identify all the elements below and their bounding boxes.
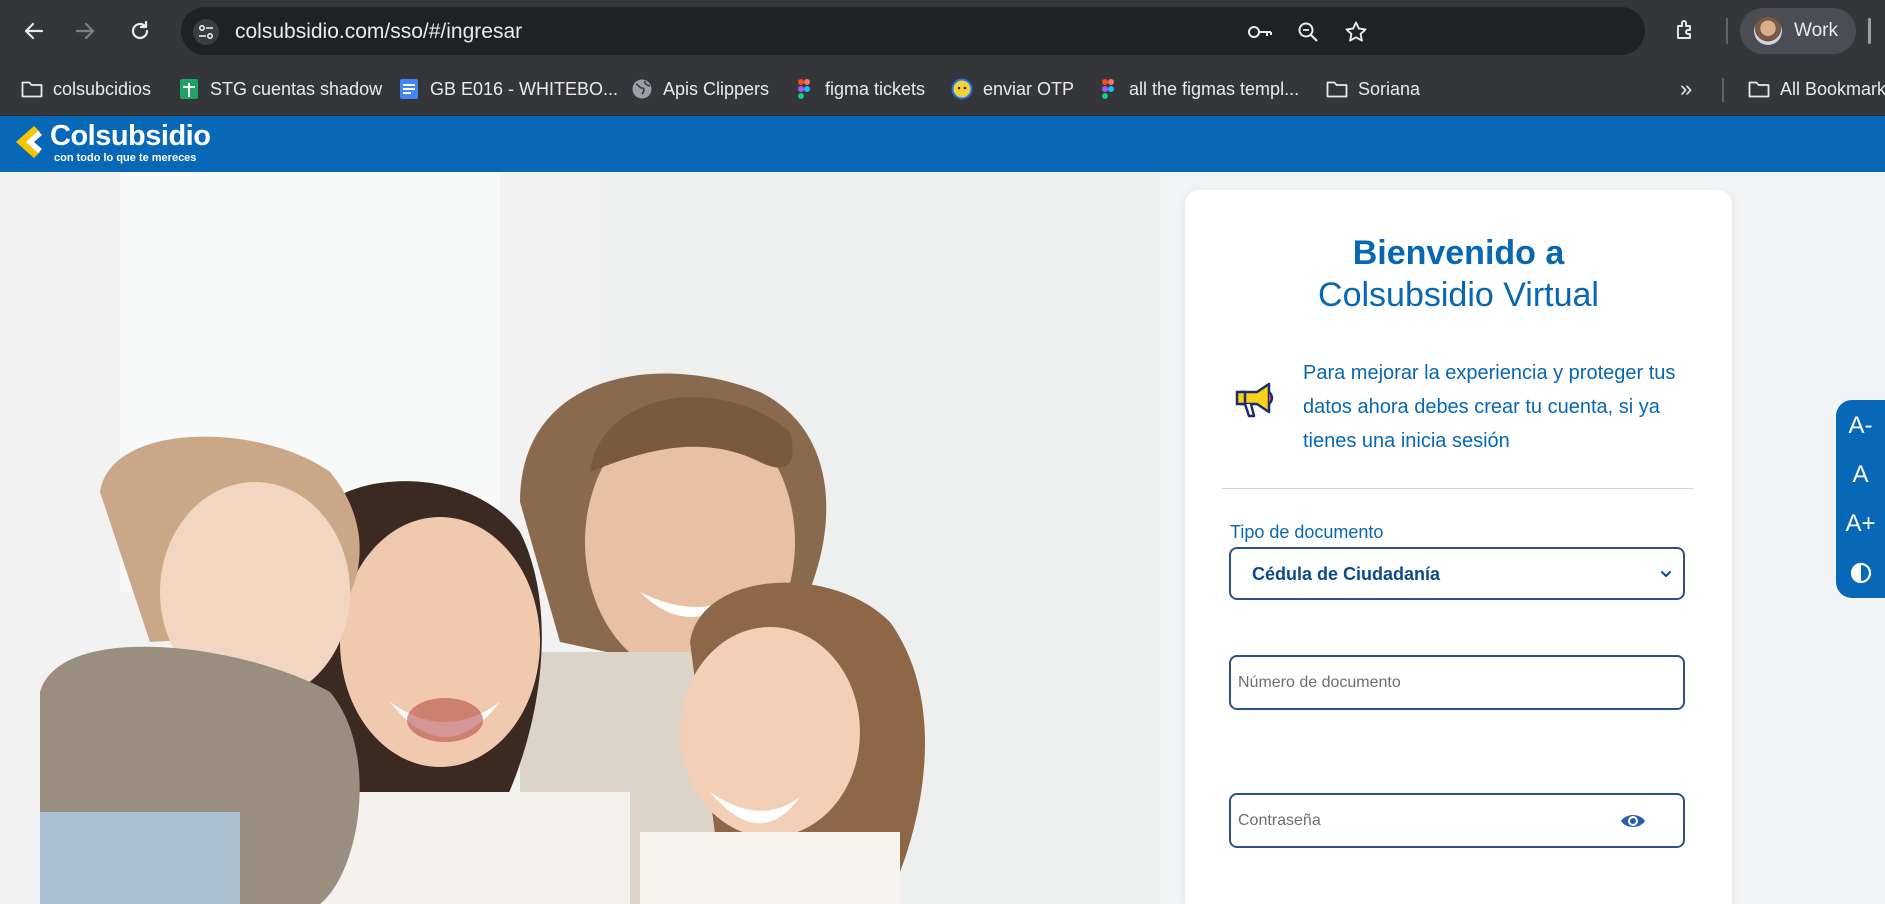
profile-label: Work: [1794, 20, 1838, 41]
decrease-font-label: A-: [1848, 412, 1873, 439]
extensions-icon[interactable]: [1670, 14, 1702, 46]
reload-icon: [131, 20, 149, 40]
all-bookmarks-button[interactable]: All Bookmarks: [1748, 74, 1885, 104]
bookmark-label: colsubcidios: [53, 78, 152, 99]
increase-font-label: A+: [1845, 510, 1876, 537]
doc-number-input[interactable]: [1238, 661, 1618, 705]
site-header: Colsubsidio con todo lo que te mereces: [0, 116, 1885, 172]
zoom-icon[interactable]: [1295, 19, 1321, 45]
back-button[interactable]: [16, 13, 52, 49]
doc-type-value: Cédula de Ciudadanía: [1252, 564, 1441, 584]
globe-icon: [631, 78, 653, 100]
login-card: Bienvenido a Colsubsidio Virtual Para me…: [1185, 190, 1732, 904]
chevron-down-icon: [1661, 571, 1671, 577]
sheets-icon: [178, 78, 200, 100]
bookmark-label: Soriana: [1358, 78, 1421, 99]
bookmarks-separator: [1722, 78, 1724, 102]
key-icon[interactable]: [1247, 19, 1273, 45]
password-input[interactable]: [1238, 799, 1618, 843]
avatar: [1754, 17, 1782, 45]
bookmark-stg-cuentas-shadow[interactable]: STG cuentas shadow: [178, 74, 382, 104]
normal-font-button[interactable]: A: [1836, 452, 1885, 498]
section-divider: [1222, 488, 1694, 489]
bookmark-all-the-figmas[interactable]: all the figmas templ...: [1097, 74, 1299, 104]
logo-text: Colsubsidio: [50, 120, 211, 152]
bookmarks-bar: colsubcidios STG cuentas shadow GB E016 …: [0, 62, 1885, 116]
bookmark-label: all the figmas templ...: [1129, 78, 1300, 99]
docs-icon: [398, 78, 420, 100]
forward-button[interactable]: [67, 13, 103, 49]
folder-icon: [1326, 78, 1348, 100]
bookmark-figma-tickets[interactable]: figma tickets: [793, 74, 925, 104]
megaphone-icon: [1235, 382, 1274, 418]
contrast-icon: [1850, 562, 1871, 584]
account-notice: Para mejorar la experiencia y proteger t…: [1303, 362, 1676, 452]
bookmark-label: All Bookmarks: [1780, 78, 1885, 99]
hero-family-image: [0, 172, 1160, 904]
doc-number-field[interactable]: [1229, 655, 1685, 710]
eye-icon[interactable]: [1619, 809, 1647, 833]
bookmark-gb-e016[interactable]: GB E016 - WHITEBO...: [398, 74, 618, 104]
bookmark-soriana[interactable]: Soriana: [1326, 74, 1420, 104]
password-field[interactable]: [1229, 793, 1685, 848]
browser-toolbar: colsubsidio.com/sso/#/ingresar Work: [0, 0, 1885, 62]
more-bookmarks-button[interactable]: »: [1680, 74, 1692, 104]
bookmark-label: enviar OTP: [983, 78, 1075, 99]
bookmark-colsubcidios[interactable]: colsubcidios: [21, 74, 151, 104]
figma-icon: [793, 78, 815, 100]
doc-type-select[interactable]: Cédula de Ciudadanía: [1229, 547, 1685, 600]
url-text[interactable]: colsubsidio.com/sso/#/ingresar: [235, 20, 522, 44]
folder-icon: [21, 78, 43, 100]
reload-button[interactable]: [122, 13, 158, 49]
menu-icon[interactable]: [1868, 18, 1871, 44]
normal-font-label: A: [1852, 461, 1869, 488]
arrow-left-icon: [24, 22, 44, 40]
colsubsidio-logo[interactable]: Colsubsidio con todo lo que te mereces: [12, 118, 222, 170]
address-bar[interactable]: colsubsidio.com/sso/#/ingresar: [181, 7, 1645, 55]
bookmark-label: figma tickets: [825, 78, 926, 99]
logo-tagline: con todo lo que te mereces: [54, 152, 197, 164]
bookmark-label: STG cuentas shadow: [210, 78, 383, 99]
welcome-subtitle: Colsubsidio Virtual: [1318, 276, 1599, 314]
site-settings-icon[interactable]: [193, 19, 219, 45]
decrease-font-button[interactable]: A-: [1836, 403, 1885, 449]
welcome-title: Bienvenido a: [1352, 234, 1565, 272]
accessibility-toolbar: A- A A+: [1836, 400, 1885, 598]
folder-icon: [1748, 78, 1770, 100]
bookmark-enviar-otp[interactable]: enviar OTP: [951, 74, 1074, 104]
chat-icon: [951, 78, 973, 100]
logo-mark-icon: [16, 126, 42, 158]
bookmark-label: GB E016 - WHITEBO...: [430, 78, 619, 99]
contrast-button[interactable]: [1836, 550, 1885, 596]
toolbar-separator: [1726, 18, 1728, 44]
figma-icon: [1097, 78, 1119, 100]
increase-font-button[interactable]: A+: [1836, 501, 1885, 547]
bookmark-label: Apis Clippers: [663, 78, 770, 99]
arrow-right-icon: [75, 22, 95, 40]
profile-button[interactable]: Work: [1740, 8, 1856, 54]
doc-type-label: Tipo de documento: [1230, 522, 1384, 542]
bookmark-apis-clippers[interactable]: Apis Clippers: [631, 74, 769, 104]
star-icon[interactable]: [1343, 19, 1369, 45]
